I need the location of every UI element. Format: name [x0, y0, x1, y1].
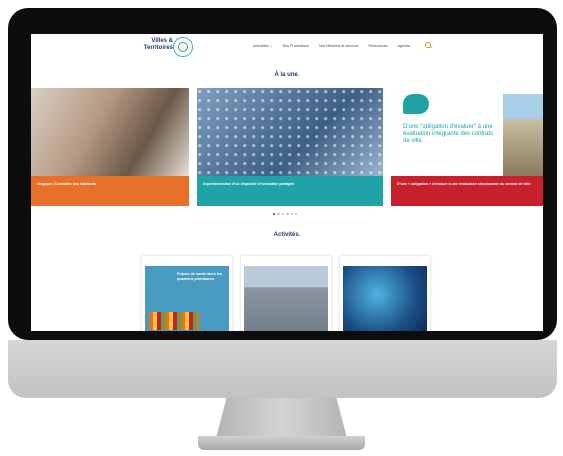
monitor-chin [8, 340, 557, 398]
activity-card-quartier[interactable] [241, 256, 331, 331]
slide-3-photo [503, 94, 543, 176]
slide-3-badge [403, 94, 429, 114]
slide-2-caption[interactable]: Expérimentation d'un dispositif d'évalua… [197, 176, 383, 206]
logo-emblem-icon [173, 37, 193, 57]
activity-card-1-image: Enjeux de santé dans les quartiers prior… [145, 266, 229, 331]
activity-card-numerique[interactable] [340, 256, 430, 331]
carousel-dot-1[interactable] [273, 213, 276, 216]
slide-3-image: D'une "obligation d'évaluer" à une évalu… [391, 88, 543, 176]
search-icon[interactable] [425, 42, 431, 48]
carousel-heading: À la une. [274, 72, 300, 78]
nav-item-ressources[interactable]: Ressources [369, 44, 388, 48]
activity-card-sante[interactable]: Enjeux de santé dans les quartiers prior… [142, 256, 232, 331]
carousel-slide-1[interactable]: ologique | Connaître des habitants [31, 88, 189, 208]
nav-item-actualites[interactable]: Actualités ⌄ [253, 44, 273, 48]
slide-2-image [197, 88, 383, 176]
activity-card-2-image [244, 266, 328, 331]
logo-line1: Villes & [151, 38, 173, 44]
site-logo[interactable]: Villes & Territoires [143, 36, 199, 58]
activity-card-3-image [343, 266, 427, 331]
carousel-dot-5[interactable] [290, 213, 293, 216]
carousel-dot-4[interactable] [286, 213, 289, 216]
activity-card-1-image-text: Enjeux de santé dans les quartiers prior… [177, 272, 223, 281]
carousel-dot-2[interactable] [277, 213, 280, 216]
nav-item-missions[interactable]: Nos Missions et services [319, 44, 359, 48]
site-header: Villes & Territoires Actualités ⌄ Nos Pr… [31, 34, 543, 60]
carousel-dot-3[interactable] [281, 213, 285, 216]
slide-3-image-text: D'une "obligation d'évaluer" à une évalu… [403, 124, 494, 144]
activities-heading: Activités. [273, 232, 301, 238]
logo-text: Villes & Territoires [143, 38, 173, 52]
nav-item-agenda[interactable]: Agenda [398, 44, 410, 48]
monitor-stand-foot [198, 436, 365, 450]
browser-screen: Villes & Territoires Actualités ⌄ Nos Pr… [31, 34, 543, 331]
carousel-pagination [273, 213, 298, 216]
crowd-illustration [149, 312, 199, 330]
nav-item-productions[interactable]: Nos Productions [283, 44, 309, 48]
activities-title: Activités [273, 232, 299, 238]
slide-1-caption[interactable]: ologique | Connaître des habitants [31, 176, 189, 206]
carousel-slide-2[interactable]: Expérimentation d'un dispositif d'évalua… [197, 88, 383, 208]
slide-1-image [31, 88, 189, 176]
monitor-stand-neck [216, 398, 347, 438]
carousel-title: À la une [274, 72, 298, 78]
carousel-dot-6[interactable] [294, 213, 298, 216]
main-nav: Actualités ⌄ Nos Productions Nos Mission… [253, 44, 410, 48]
carousel-slide-3[interactable]: D'une "obligation d'évaluer" à une évalu… [391, 88, 543, 208]
monitor-frame: Villes & Territoires Actualités ⌄ Nos Pr… [8, 8, 557, 340]
logo-line2: Territoires [143, 45, 173, 51]
slide-3-caption[interactable]: D'une « obligation » d'évaluer à une éva… [391, 176, 543, 206]
